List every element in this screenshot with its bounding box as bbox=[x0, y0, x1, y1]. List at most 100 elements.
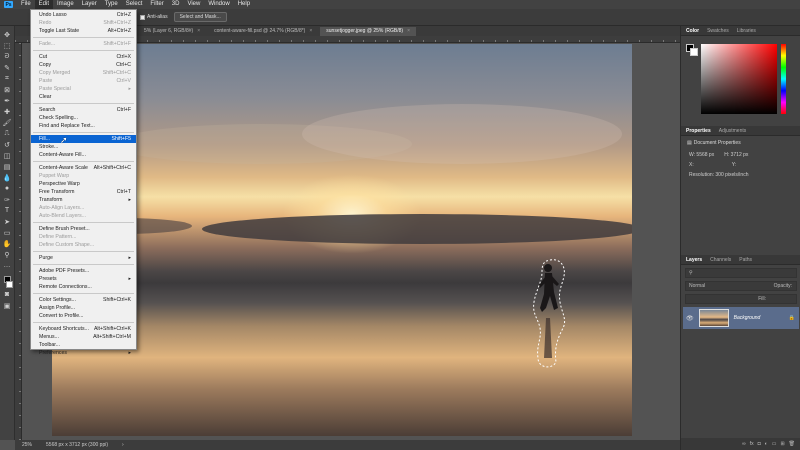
menu-item-color-settings[interactable]: Color Settings... Shift+Ctrl+K bbox=[31, 296, 136, 304]
menu-item-undo-lasso[interactable]: Undo Lasso Ctrl+Z bbox=[31, 11, 136, 19]
menu-item-remote-connections[interactable]: Remote Connections... bbox=[31, 283, 136, 291]
menu-item-transform[interactable]: Transform ▸ bbox=[31, 196, 136, 204]
type-tool-icon[interactable]: T bbox=[2, 206, 12, 215]
eraser-tool-icon[interactable]: ◫ bbox=[2, 151, 12, 160]
lasso-tool-icon[interactable]: ᘐ bbox=[2, 52, 12, 61]
quick-mask-icon[interactable]: ◙ bbox=[2, 290, 12, 299]
add-mask-icon[interactable]: ◘ bbox=[758, 441, 761, 447]
visibility-eye-icon[interactable]: 👁 bbox=[686, 315, 694, 322]
menu-item-assign-profile[interactable]: Assign Profile... bbox=[31, 304, 136, 312]
pen-tool-icon[interactable]: ✑ bbox=[2, 195, 12, 204]
close-tab-icon[interactable]: × bbox=[309, 27, 312, 36]
menu-item-cut[interactable]: Cut Ctrl+X bbox=[31, 53, 136, 61]
blend-mode-select[interactable]: Normal bbox=[689, 282, 705, 290]
clone-stamp-tool-icon[interactable]: ⎍ bbox=[2, 129, 12, 138]
menu-edit[interactable]: Edit bbox=[34, 0, 54, 9]
menu-item-adobe-pdf-presets[interactable]: Adobe PDF Presets... bbox=[31, 267, 136, 275]
link-layers-icon[interactable]: ∞ bbox=[742, 441, 746, 447]
document-canvas[interactable] bbox=[52, 44, 632, 436]
menu-type[interactable]: Type bbox=[101, 0, 122, 9]
menu-item-keyboard-shortcuts[interactable]: Keyboard Shortcuts... Alt+Shift+Ctrl+K bbox=[31, 325, 136, 333]
background-color-swatch[interactable] bbox=[5, 281, 13, 288]
menu-item-toolbar[interactable]: Toolbar... bbox=[31, 341, 136, 349]
blur-tool-icon[interactable]: 💧 bbox=[2, 173, 12, 182]
antialias-checkbox[interactable]: Anti-alias bbox=[140, 14, 168, 20]
menu-item-menus[interactable]: Menus... Alt+Shift+Ctrl+M bbox=[31, 333, 136, 341]
dodge-tool-icon[interactable]: ● bbox=[2, 184, 12, 193]
tab-layers[interactable]: Layers bbox=[686, 257, 702, 263]
menu-item-content-aware-fill[interactable]: Content-Aware Fill... bbox=[31, 151, 136, 159]
width-value[interactable]: 5568 px bbox=[696, 152, 714, 158]
eyedropper-tool-icon[interactable]: ✒ bbox=[2, 96, 12, 105]
vertical-ruler[interactable] bbox=[15, 43, 22, 440]
menu-item-search[interactable]: Search Ctrl+F bbox=[31, 106, 136, 114]
menu-item-define-brush-preset[interactable]: Define Brush Preset... bbox=[31, 225, 136, 233]
path-selection-tool-icon[interactable]: ➤ bbox=[2, 217, 12, 226]
menu-item-convert-to-profile[interactable]: Convert to Profile... bbox=[31, 312, 136, 320]
hue-slider[interactable] bbox=[781, 44, 786, 114]
menu-item-stroke[interactable]: Stroke... bbox=[31, 143, 136, 151]
tab-properties[interactable]: Properties bbox=[686, 128, 711, 134]
tab-libraries[interactable]: Libraries bbox=[737, 28, 756, 34]
quick-select-tool-icon[interactable]: ✎ bbox=[2, 63, 12, 72]
hand-tool-icon[interactable]: ✋ bbox=[2, 239, 12, 248]
menu-select[interactable]: Select bbox=[122, 0, 147, 9]
tab-paths[interactable]: Paths bbox=[739, 257, 752, 263]
fx-icon[interactable]: fx bbox=[750, 441, 754, 447]
menu-3d[interactable]: 3D bbox=[168, 0, 184, 9]
new-layer-icon[interactable]: ⊞ bbox=[780, 441, 784, 447]
document-tab[interactable]: 5% (Layer 6, RGB/8#) × bbox=[138, 27, 207, 36]
document-tab[interactable]: content-aware-fill.psd @ 24.7% (RGB/8*) … bbox=[208, 27, 319, 36]
more-tools-icon[interactable]: … bbox=[2, 261, 12, 270]
zoom-tool-icon[interactable]: ⚲ bbox=[2, 250, 12, 259]
gradient-tool-icon[interactable]: ▤ bbox=[2, 162, 12, 171]
marquee-tool-icon[interactable]: ⬚ bbox=[2, 41, 12, 50]
close-tab-icon[interactable]: × bbox=[407, 27, 410, 36]
menu-item-perspective-warp[interactable]: Perspective Warp bbox=[31, 180, 136, 188]
rectangle-tool-icon[interactable]: ▭ bbox=[2, 228, 12, 237]
menu-image[interactable]: Image bbox=[53, 0, 78, 9]
menu-file[interactable]: File bbox=[17, 0, 35, 9]
layer-name[interactable]: Background bbox=[734, 315, 761, 321]
menu-item-toggle-last-state[interactable]: Toggle Last State Alt+Ctrl+Z bbox=[31, 27, 136, 35]
select-and-mask-button[interactable]: Select and Mask... bbox=[173, 12, 227, 22]
healing-brush-tool-icon[interactable]: ✚ bbox=[2, 107, 12, 116]
tab-channels[interactable]: Channels bbox=[710, 257, 731, 263]
color-picker-field[interactable] bbox=[701, 44, 777, 114]
menu-item-clear[interactable]: Clear bbox=[31, 93, 136, 101]
menu-item-presets[interactable]: Presets ▸ bbox=[31, 275, 136, 283]
menu-item-content-aware-scale[interactable]: Content-Aware Scale Alt+Shift+Ctrl+C bbox=[31, 164, 136, 172]
new-group-icon[interactable]: ▭ bbox=[772, 441, 777, 447]
tab-swatches[interactable]: Swatches bbox=[707, 28, 729, 34]
history-brush-tool-icon[interactable]: ↺ bbox=[2, 140, 12, 149]
menu-view[interactable]: View bbox=[183, 0, 204, 9]
background-color-chip[interactable] bbox=[690, 48, 698, 56]
menu-item-fill[interactable]: Fill... Shift+F5 bbox=[31, 135, 136, 143]
close-tab-icon[interactable]: × bbox=[197, 27, 200, 36]
brush-tool-icon[interactable]: 🖌 bbox=[2, 118, 12, 127]
tab-color[interactable]: Color bbox=[686, 28, 699, 34]
layer-filter-bar[interactable]: ⚲ bbox=[685, 268, 797, 278]
document-tab-active[interactable]: sunsetjogger.jpeg @ 25% (RGB/8) × bbox=[320, 27, 416, 36]
menu-filter[interactable]: Filter bbox=[146, 0, 167, 9]
menu-item-purge[interactable]: Purge ▸ bbox=[31, 254, 136, 262]
zoom-level[interactable]: 25% bbox=[22, 442, 32, 448]
menu-item-free-transform[interactable]: Free Transform Ctrl+T bbox=[31, 188, 136, 196]
crop-tool-icon[interactable]: ⌗ bbox=[2, 74, 12, 83]
tab-adjustments[interactable]: Adjustments bbox=[719, 128, 747, 134]
height-value[interactable]: 3712 px bbox=[731, 152, 749, 158]
move-tool-icon[interactable]: ✥ bbox=[2, 30, 12, 39]
menu-item-preferences[interactable]: Preferences ▸ bbox=[31, 349, 136, 357]
layer-row-background[interactable]: 👁 Background 🔒 bbox=[683, 307, 799, 329]
adjustment-layer-icon[interactable]: ◐ bbox=[765, 441, 768, 447]
menu-item-check-spelling[interactable]: Check Spelling... bbox=[31, 114, 136, 122]
frame-tool-icon[interactable]: ⊠ bbox=[2, 85, 12, 94]
menu-item-find-and-replace-text[interactable]: Find and Replace Text... bbox=[31, 122, 136, 130]
menu-help[interactable]: Help bbox=[234, 0, 254, 9]
status-arrow-icon[interactable]: › bbox=[122, 442, 124, 448]
screen-mode-icon[interactable]: ▣ bbox=[2, 301, 12, 310]
menu-item-copy[interactable]: Copy Ctrl+C bbox=[31, 61, 136, 69]
delete-layer-icon[interactable]: 🗑 bbox=[789, 441, 795, 447]
lasso-selection-marquee[interactable] bbox=[530, 258, 572, 370]
menu-layer[interactable]: Layer bbox=[78, 0, 101, 9]
